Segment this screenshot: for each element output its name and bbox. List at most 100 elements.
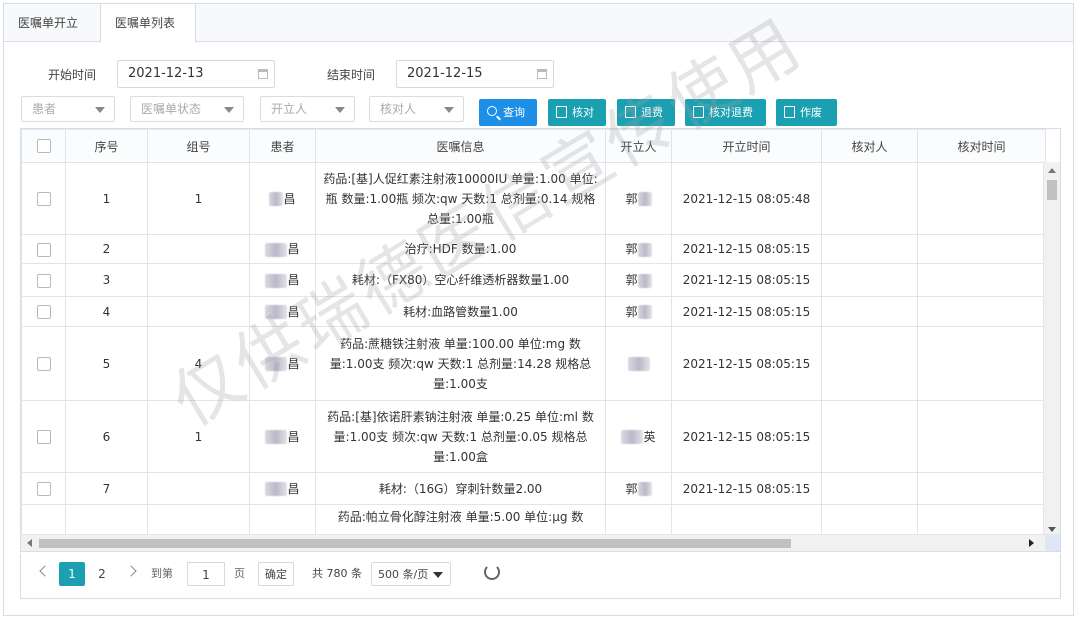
row-group: [147, 234, 250, 264]
row-check-time: [917, 326, 1046, 401]
row-patient: 昌: [249, 296, 316, 327]
row-group: 1: [147, 162, 250, 235]
goto-label: 到第: [151, 567, 173, 580]
col-header[interactable]: 序号: [65, 129, 148, 163]
row-checkbox[interactable]: [36, 192, 51, 206]
row-info: 药品:[基]依诺肝素钠注射液 单量:0.25 单位:ml 数量:1.00支 频次…: [315, 400, 606, 473]
table-header-row: 序号 组号 患者 医嘱信息 开立人 开立时间 核对人 核对时间: [21, 129, 1046, 163]
col-header[interactable]: 核对时间: [917, 129, 1046, 163]
status-select-placeholder: 医嘱单状态: [141, 102, 202, 116]
row-no: 3: [65, 263, 148, 297]
goto-page-input[interactable]: 1: [187, 562, 225, 586]
col-header[interactable]: 核对人: [821, 129, 918, 163]
table-row[interactable]: 3 昌 耗材:（FX80）空心纤维透析器数量1.00 郭 2021-12-15 …: [21, 263, 1046, 297]
table-row[interactable]: 7 昌 耗材:（16G）穿刺针数量2.00 郭 2021-12-15 08:05…: [21, 472, 1046, 505]
col-header[interactable]: 开立时间: [671, 129, 822, 163]
void-button[interactable]: 作废: [776, 99, 837, 126]
table-row[interactable]: 6 1 昌 药品:[基]依诺肝素钠注射液 单量:0.25 单位:ml 数量:1.…: [21, 400, 1046, 473]
redaction: [621, 430, 644, 444]
row-checker: [821, 472, 918, 505]
next-page-icon[interactable]: [125, 565, 137, 577]
select-all-checkbox[interactable]: [36, 139, 51, 154]
page-2-button[interactable]: 2: [89, 562, 115, 586]
redaction: [269, 192, 284, 206]
end-time-label: 结束时间: [327, 68, 376, 82]
row-no: 5: [65, 326, 148, 401]
check-button-label: 核对: [572, 106, 594, 119]
row-issuer: 郭: [605, 296, 672, 327]
query-button[interactable]: 查询: [479, 99, 537, 126]
redaction: [637, 192, 652, 206]
tab-order-list[interactable]: 医嘱单列表: [100, 4, 196, 43]
row-time: 2021-12-15 08:05:15: [671, 263, 822, 297]
row-info: 耗材:（FX80）空心纤维透析器数量1.00: [315, 263, 606, 297]
end-date-value: 2021-12-15: [407, 66, 483, 81]
row-checkbox[interactable]: [36, 242, 51, 257]
col-header[interactable]: 开立人: [605, 129, 672, 163]
page-1-button[interactable]: 1: [59, 562, 85, 586]
start-date-input[interactable]: 2021-12-13: [117, 60, 275, 88]
refresh-icon[interactable]: [484, 564, 500, 580]
scroll-down-icon[interactable]: [1048, 527, 1056, 532]
row-checkbox[interactable]: [36, 357, 51, 371]
table-row[interactable]: 4 昌 耗材:血路管数量1.00 郭 2021-12-15 08:05:15: [21, 296, 1046, 327]
tab-order-create[interactable]: 医嘱单开立: [4, 4, 100, 42]
order-table: 序号 组号 患者 医嘱信息 开立人 开立时间 核对人 核对时间 1 1 昌 药品…: [20, 128, 1061, 552]
issuer-select[interactable]: 开立人: [260, 96, 355, 122]
row-no: 4: [65, 296, 148, 327]
scroll-up-icon[interactable]: [1048, 168, 1056, 173]
redaction: [637, 482, 652, 496]
row-checkbox[interactable]: [36, 305, 51, 319]
return-button-label: 退费: [641, 106, 663, 119]
table-row[interactable]: 5 4 昌 药品:蔗糖铁注射液 单量:100.00 单位:mg 数量:1.00支…: [21, 326, 1046, 401]
redaction: [265, 242, 288, 257]
row-checker: [821, 263, 918, 297]
chevron-down-icon: [433, 572, 443, 578]
row-issuer: 郭: [605, 162, 672, 235]
row-patient: 昌: [249, 234, 316, 264]
row-time: 2021-12-15 08:05:15: [671, 400, 822, 473]
edit-icon: [556, 106, 567, 118]
table-row[interactable]: 1 1 昌 药品:[基]人促红素注射液10000IU 单量:1.00 单位:瓶 …: [21, 162, 1046, 235]
row-group: [147, 472, 250, 505]
return-button[interactable]: 退费: [617, 99, 675, 126]
total-count: 共 780 条: [312, 567, 362, 580]
chevron-down-icon: [444, 107, 454, 113]
prev-page-icon[interactable]: [39, 565, 51, 577]
horizontal-scroll-thumb[interactable]: [39, 539, 791, 548]
page-size-select[interactable]: 500 条/页: [371, 562, 451, 586]
patient-select[interactable]: 患者: [21, 96, 115, 122]
horizontal-scrollbar[interactable]: [21, 534, 1060, 551]
row-checker: [821, 400, 918, 473]
row-checkbox[interactable]: [36, 482, 51, 496]
patient-select-placeholder: 患者: [32, 102, 57, 116]
chevron-down-icon: [224, 107, 234, 113]
scroll-right-icon[interactable]: [1029, 539, 1034, 547]
row-patient: 昌: [249, 162, 316, 235]
row-checkbox[interactable]: [36, 273, 51, 288]
select-all-cell[interactable]: [21, 129, 66, 163]
redaction: [265, 430, 288, 444]
goto-confirm-button[interactable]: 确定: [258, 562, 294, 586]
check-button[interactable]: 核对: [548, 99, 606, 126]
check-return-button[interactable]: 核对退费: [685, 99, 766, 126]
vertical-scrollbar[interactable]: [1043, 162, 1060, 538]
row-checker: [821, 296, 918, 327]
redaction: [637, 273, 652, 288]
row-issuer: [605, 326, 672, 401]
scroll-left-icon[interactable]: [27, 539, 32, 547]
row-info: 耗材:血路管数量1.00: [315, 296, 606, 327]
row-checkbox[interactable]: [36, 430, 51, 444]
col-header[interactable]: 组号: [147, 129, 250, 163]
row-check-time: [917, 263, 1046, 297]
checker-select[interactable]: 核对人: [369, 96, 464, 122]
row-no: 2: [65, 234, 148, 264]
table-row[interactable]: 2 昌 治疗:HDF 数量:1.00 郭 2021-12-15 08:05:15: [21, 234, 1046, 264]
status-select[interactable]: 医嘱单状态: [130, 96, 244, 122]
end-date-input[interactable]: 2021-12-15: [396, 60, 554, 88]
col-header[interactable]: 医嘱信息: [315, 129, 606, 163]
row-check-time: [917, 234, 1046, 264]
vertical-scroll-thumb[interactable]: [1047, 180, 1057, 200]
row-issuer: 郭: [605, 263, 672, 297]
col-header[interactable]: 患者: [249, 129, 316, 163]
